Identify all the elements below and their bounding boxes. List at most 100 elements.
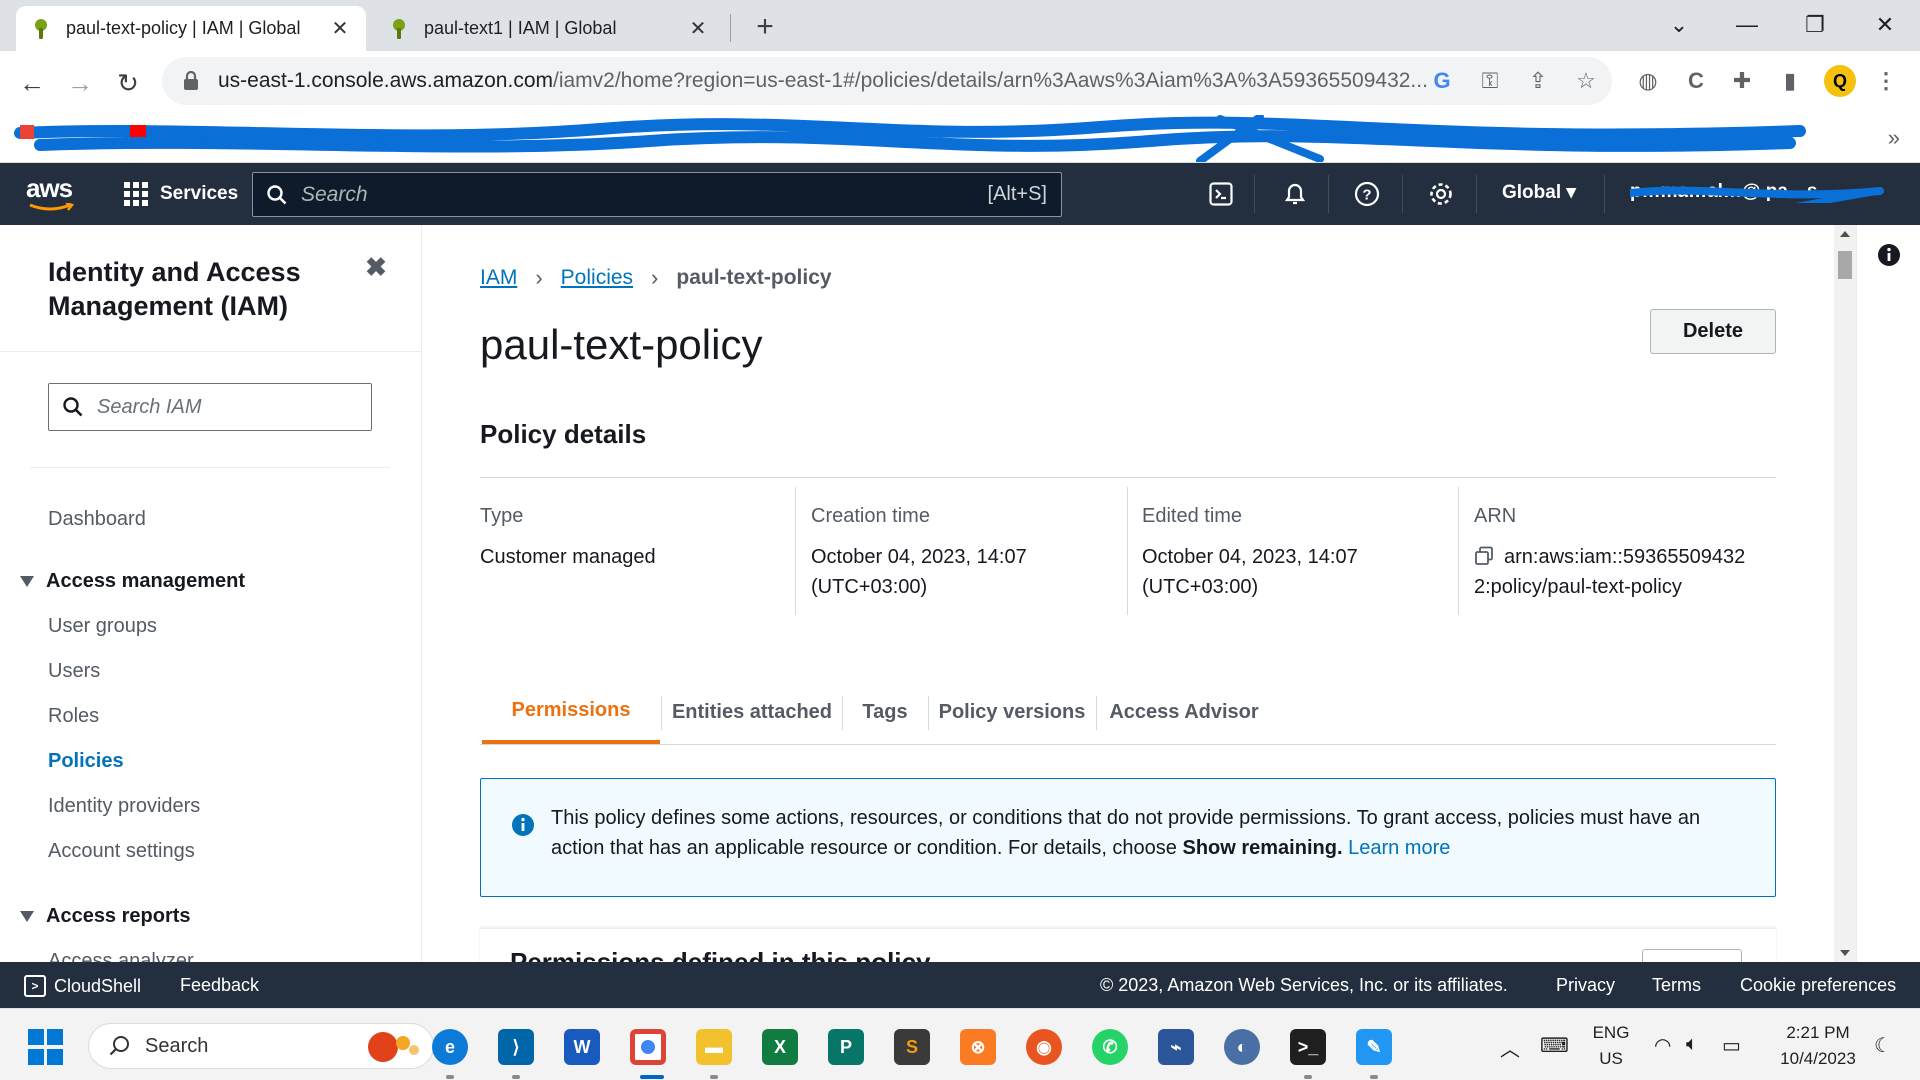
gear-icon[interactable] <box>1426 179 1456 209</box>
forward-icon[interactable]: → <box>62 65 98 101</box>
sidebar-item-users[interactable]: Users <box>48 660 100 683</box>
restore-icon[interactable]: ❐ <box>1792 8 1838 42</box>
sidebar-item-dashboard[interactable]: Dashboard <box>48 508 146 531</box>
key-icon[interactable]: ⚿ <box>1476 67 1504 95</box>
services-menu-button[interactable]: Services <box>124 178 238 210</box>
language-indicator[interactable]: ENG US <box>1588 1023 1634 1069</box>
ubuntu-icon[interactable]: ◉ <box>1026 1029 1062 1065</box>
delete-button[interactable]: Delete <box>1650 309 1776 354</box>
address-bar[interactable]: us-east-1.console.aws.amazon.com/iamv2/h… <box>162 57 1612 105</box>
permissions-action-button[interactable] <box>1642 949 1742 962</box>
xampp-icon[interactable]: ⊗ <box>960 1029 996 1065</box>
file-explorer-icon[interactable]: ▬ <box>696 1029 732 1065</box>
close-icon[interactable]: ✖ <box>364 252 388 282</box>
network-app-icon[interactable]: ◐ <box>1224 1029 1260 1065</box>
sublime-icon[interactable]: S <box>894 1029 930 1065</box>
cloudshell-icon[interactable] <box>1206 179 1236 209</box>
copy-icon[interactable] <box>1474 546 1494 566</box>
terminal-app-icon[interactable]: >_ <box>1290 1029 1326 1065</box>
scroll-thumb[interactable] <box>1838 251 1852 279</box>
sidebar-item-identity-providers[interactable]: Identity providers <box>48 795 200 818</box>
help-icon[interactable]: ? <box>1352 179 1382 209</box>
detail-value: (UTC+03:00) <box>1142 576 1259 598</box>
tab-tags[interactable]: Tags <box>842 680 928 744</box>
scroll-down-icon[interactable] <box>1840 950 1850 956</box>
extension-c-icon[interactable]: C <box>1682 67 1710 95</box>
tab-search-icon[interactable]: ⌄ <box>1656 8 1702 42</box>
google-icon[interactable]: G <box>1428 67 1456 95</box>
new-tab-button[interactable]: + <box>748 10 782 44</box>
windows-start-icon[interactable] <box>28 1029 64 1065</box>
star-icon[interactable]: ☆ <box>1572 67 1600 95</box>
close-tab-icon[interactable]: ✕ <box>686 17 710 41</box>
back-icon[interactable]: ← <box>14 65 50 101</box>
bookmarks-overflow-icon[interactable]: » <box>1888 125 1900 151</box>
divider <box>480 477 1776 478</box>
tab-entities-attached[interactable]: Entities attached <box>662 680 842 744</box>
nav-divider <box>1402 175 1403 213</box>
scroll-up-icon[interactable] <box>1840 231 1850 237</box>
section-access-reports[interactable]: Access reports <box>20 905 191 928</box>
bell-icon[interactable] <box>1280 179 1310 209</box>
terms-link[interactable]: Terms <box>1652 975 1701 996</box>
whatsapp-icon[interactable]: ✆ <box>1092 1029 1128 1065</box>
browser-tab-active[interactable]: paul-text-policy | IAM | Global ✕ <box>16 6 366 51</box>
feedback-link[interactable]: Feedback <box>180 975 259 996</box>
aws-logo[interactable]: aws <box>26 173 76 213</box>
sidepanel-icon[interactable]: ▮ <box>1776 67 1804 95</box>
privacy-link[interactable]: Privacy <box>1556 975 1615 996</box>
wifi-icon[interactable]: ◠ <box>1654 1033 1671 1058</box>
tab-policy-versions[interactable]: Policy versions <box>928 680 1096 744</box>
ssms-icon[interactable]: ⌁ <box>1158 1029 1194 1065</box>
edge-icon[interactable]: e <box>432 1029 468 1065</box>
notification-moon-icon[interactable]: ☾ <box>1874 1033 1892 1058</box>
sidebar-item-roles[interactable]: Roles <box>48 705 99 728</box>
cloudshell-button[interactable]: > CloudShell <box>24 975 141 997</box>
region-selector[interactable]: Global ▾ <box>1502 181 1576 204</box>
chrome-icon[interactable] <box>630 1029 666 1065</box>
browser-tab[interactable]: paul-text1 | IAM | Global ✕ <box>374 6 724 51</box>
sidebar-item-access-analyzer[interactable]: Access analyzer <box>48 950 194 962</box>
vscode-icon[interactable]: ⟩ <box>498 1029 534 1065</box>
account-menu[interactable]: p…ma…al…@ pa…s… <box>1630 181 1890 203</box>
section-access-management[interactable]: Access management <box>20 570 245 593</box>
policy-details-heading: Policy details <box>480 419 647 449</box>
close-tab-icon[interactable]: ✕ <box>328 17 352 41</box>
reload-icon[interactable]: ↻ <box>110 65 146 101</box>
puzzle-icon[interactable]: ✚ <box>1728 67 1756 95</box>
close-window-icon[interactable]: ✕ <box>1862 8 1908 42</box>
project-icon[interactable]: P <box>828 1029 864 1065</box>
share-icon[interactable]: ⇪ <box>1524 67 1552 95</box>
volume-icon[interactable]: 🔈︎ <box>1686 1033 1698 1056</box>
learn-more-link[interactable]: Learn more <box>1348 837 1450 859</box>
tab-permissions[interactable]: Permissions <box>482 680 660 744</box>
sidebar-item-user-groups[interactable]: User groups <box>48 615 157 638</box>
info-panel-icon[interactable] <box>1877 243 1901 267</box>
chevron-up-icon[interactable]: ︿ <box>1500 1033 1520 1062</box>
minimize-icon[interactable]: — <box>1724 8 1770 42</box>
paint-icon[interactable]: ✎ <box>1356 1029 1392 1065</box>
profile-icon[interactable]: Q <box>1824 65 1856 97</box>
taskbar-search[interactable]: Search <box>88 1023 434 1069</box>
aws-search-input[interactable]: Search [Alt+S] <box>252 172 1062 217</box>
sidebar-item-account-settings[interactable]: Account settings <box>48 840 195 863</box>
browser-toolbar: ← → ↻ us-east-1.console.aws.amazon.com/i… <box>0 51 1920 115</box>
menu-icon[interactable]: ⋮ <box>1872 67 1900 95</box>
breadcrumb-iam[interactable]: IAM <box>480 266 517 290</box>
search-iam-input[interactable]: Search IAM <box>48 383 372 431</box>
nav-divider <box>1604 175 1605 213</box>
breadcrumb-policies[interactable]: Policies <box>561 266 633 290</box>
battery-icon[interactable]: ▭ <box>1722 1033 1741 1058</box>
arn-value: arn:aws:iam::59365509432 <box>1504 546 1746 568</box>
globe-icon[interactable]: ◍ <box>1634 67 1662 95</box>
excel-icon[interactable]: X <box>762 1029 798 1065</box>
breadcrumb-current: paul-text-policy <box>676 266 832 289</box>
scrollbar[interactable] <box>1834 225 1856 962</box>
clock[interactable]: 2:21 PM 10/4/2023 <box>1768 1023 1868 1069</box>
cookie-preferences-link[interactable]: Cookie preferences <box>1740 975 1896 996</box>
caret-down-icon <box>20 911 34 922</box>
tab-access-advisor[interactable]: Access Advisor <box>1096 680 1272 744</box>
word-icon[interactable]: W <box>564 1029 600 1065</box>
sidebar-item-policies[interactable]: Policies <box>48 750 124 773</box>
keyboard-icon[interactable]: ⌨ <box>1540 1033 1569 1058</box>
